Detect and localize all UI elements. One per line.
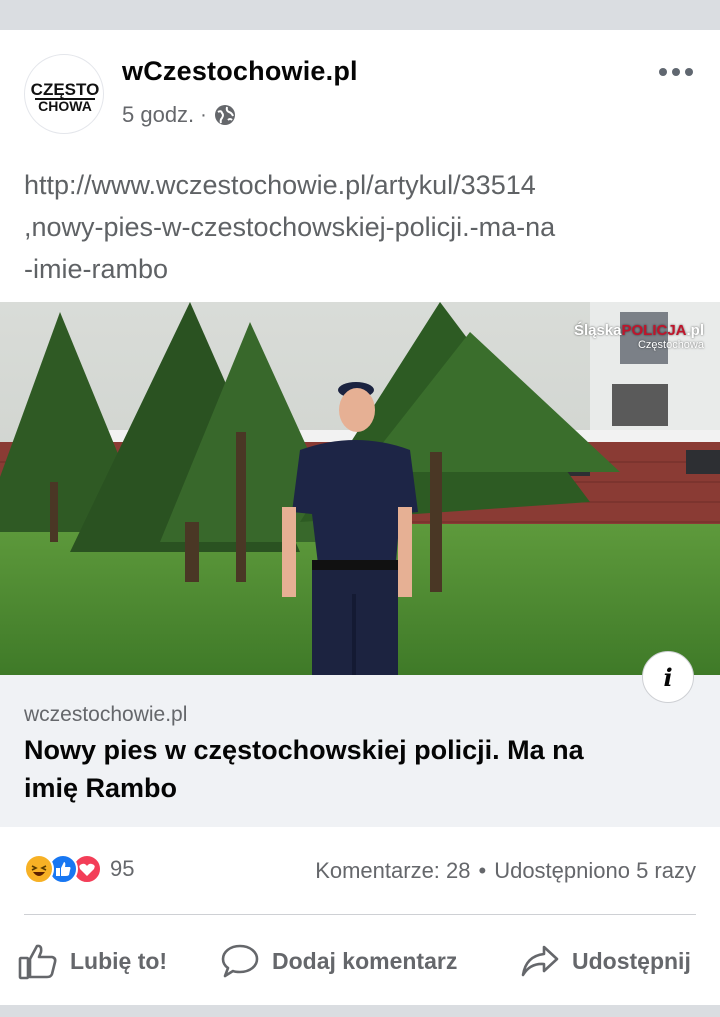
- post-header: CZĘSTO CHOWA wCzestochowie.pl 5 godz. ·: [0, 30, 720, 150]
- link-preview-image[interactable]: ŚląskaPOLICJA.pl Częstochowa: [0, 302, 720, 675]
- share-button[interactable]: Udostępnij: [520, 938, 691, 984]
- like-label: Lubię to!: [70, 947, 168, 974]
- post-time[interactable]: 5 godz.: [122, 102, 194, 128]
- link-preview-card[interactable]: i wczestochowie.pl Nowy pies w częstocho…: [0, 651, 720, 827]
- avatar-text-top: CZĘSTO: [31, 80, 100, 99]
- more-dots-icon: [659, 68, 693, 76]
- meta-separator: ·: [200, 103, 207, 126]
- photo-watermark: ŚląskaPOLICJA.pl Częstochowa: [574, 322, 704, 351]
- shares-count-link[interactable]: Udostępniono 5 razy: [494, 858, 696, 884]
- thumbs-up-icon: [18, 944, 57, 980]
- headline-line: imię Rambo: [24, 773, 178, 803]
- actions-divider: [24, 914, 696, 915]
- watermark-brand: POLICJA: [621, 322, 687, 339]
- watermark-prefix: Śląska: [573, 322, 622, 339]
- page-avatar[interactable]: CZĘSTO CHOWA: [24, 54, 104, 134]
- headline-line: Nowy pies w częstochowskiej policji. Ma …: [24, 735, 584, 765]
- page-name-link[interactable]: wCzestochowie.pl: [122, 56, 358, 87]
- comment-label: Dodaj komentarz: [272, 947, 458, 974]
- post-card: CZĘSTO CHOWA wCzestochowie.pl 5 godz. ·: [0, 30, 720, 1005]
- info-icon[interactable]: i: [642, 651, 694, 703]
- comment-icon: [221, 944, 259, 978]
- globe-icon: [213, 103, 237, 127]
- avatar-text-bottom: CHOWA: [38, 98, 92, 114]
- share-label: Udostępnij: [572, 947, 691, 974]
- post-actions: Lubię to! Dodaj komentarz Udostępnij: [0, 930, 720, 992]
- stats-separator: •: [478, 858, 487, 883]
- link-domain: wczestochowie.pl: [24, 703, 188, 726]
- engagement-summary: Komentarze: 28 • Udostępniono 5 razy: [315, 858, 696, 884]
- haha-icon: [24, 854, 54, 884]
- post-meta: 5 godz. ·: [122, 102, 237, 128]
- comment-button[interactable]: Dodaj komentarz: [220, 938, 457, 984]
- comments-count-link[interactable]: Komentarze: 28: [315, 858, 470, 884]
- post-text-line: -imie-rambo: [24, 254, 169, 284]
- more-options-button[interactable]: [654, 58, 698, 86]
- share-icon: [521, 945, 559, 977]
- watermark-suffix: .pl: [686, 322, 705, 339]
- post-stats: 95 Komentarze: 28 • Udostępniono 5 razy: [0, 848, 720, 898]
- post-text-line: ,nowy-pies-w-czestochowskiej-policji.-ma…: [24, 212, 556, 242]
- watermark-sub: Częstochowa: [637, 339, 704, 351]
- like-button[interactable]: Lubię to!: [18, 938, 167, 984]
- info-label: i: [663, 662, 673, 692]
- reactions-summary[interactable]: 95: [24, 854, 134, 884]
- reaction-count: 95: [110, 856, 135, 881]
- link-headline: Nowy pies w częstochowskiej policji. Ma …: [24, 731, 664, 807]
- post-link-text[interactable]: http://www.wczestochowie.pl/artykul/3351…: [24, 164, 696, 290]
- post-text-line: http://www.wczestochowie.pl/artykul/3351…: [24, 170, 536, 200]
